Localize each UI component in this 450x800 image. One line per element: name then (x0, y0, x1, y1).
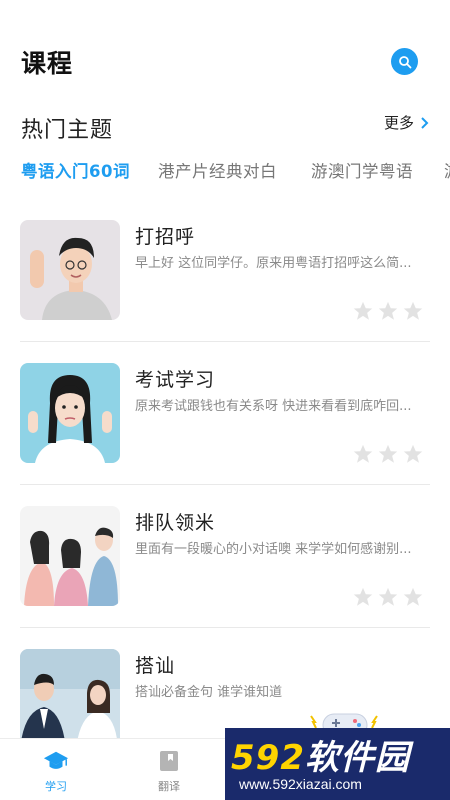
watermark-number: 592 (231, 738, 305, 778)
topic-tabs: 粤语入门60词 港产片经典对白 游澳门学粤语 游 (0, 158, 450, 188)
more-link[interactable]: 更多 (384, 112, 429, 133)
tab-hk-movie-lines[interactable]: 港产片经典对白 (158, 158, 277, 182)
tab-macau-travel[interactable]: 游澳门学粤语 (311, 158, 413, 182)
course-title: 打招呼 (135, 226, 196, 248)
course-thumbnail (20, 506, 120, 606)
more-label: 更多 (384, 114, 415, 132)
star-icon (353, 301, 373, 320)
tabbar-item-study[interactable]: 学习 (16, 739, 96, 800)
section-title: 热门主题 (21, 118, 114, 143)
tab-next-partial[interactable]: 游 (444, 158, 450, 182)
course-description: 搭讪必备金句 谁学谁知道 (135, 685, 283, 700)
star-icon (403, 301, 423, 320)
divider (20, 627, 430, 628)
chevron-right-icon (421, 116, 429, 129)
watermark-brand: 592软件园 (231, 730, 410, 779)
star-icon (378, 301, 398, 320)
tabbar-label: 翻译 (158, 780, 180, 793)
course-thumbnail (20, 649, 120, 738)
star-icon (378, 587, 398, 606)
tabbar-label: 学习 (45, 780, 67, 793)
star-rating (352, 586, 424, 608)
page-title: 课程 (21, 49, 74, 78)
tabbar-item-translate[interactable]: 翻译 (129, 739, 209, 800)
star-rating (352, 300, 424, 322)
star-icon (403, 587, 423, 606)
course-title: 考试学习 (135, 369, 216, 391)
search-icon (398, 55, 411, 68)
course-title: 排队领米 (135, 512, 216, 534)
watermark-url: www.592xiazai.com (239, 776, 362, 792)
course-thumbnail (20, 220, 120, 320)
header: 课程 (0, 0, 450, 110)
course-thumbnail (20, 363, 120, 463)
star-icon (353, 587, 373, 606)
watermark-logo: 592软件园 www.592xiazai.com (225, 728, 450, 800)
graduation-cap-icon (43, 748, 69, 774)
star-rating (352, 443, 424, 465)
course-title: 搭讪 (135, 655, 176, 677)
watermark-text: 软件园 (304, 738, 410, 778)
course-description: 原来考试跟钱也有关系呀 快进来看看到底咋回... (135, 399, 412, 414)
tab-cantonese-60-words[interactable]: 粤语入门60词 (21, 158, 130, 182)
section-header: 热门主题 更多 (0, 110, 450, 146)
divider (20, 341, 430, 342)
star-icon (378, 444, 398, 463)
divider (20, 484, 430, 485)
star-icon (353, 444, 373, 463)
star-icon (403, 444, 423, 463)
course-description: 里面有一段暖心的小对话噢 来学学如何感谢别... (135, 542, 412, 557)
search-button[interactable] (391, 48, 418, 75)
course-description: 早上好 这位同学仔。原来用粤语打招呼这么简... (135, 256, 412, 271)
book-icon (156, 748, 182, 774)
